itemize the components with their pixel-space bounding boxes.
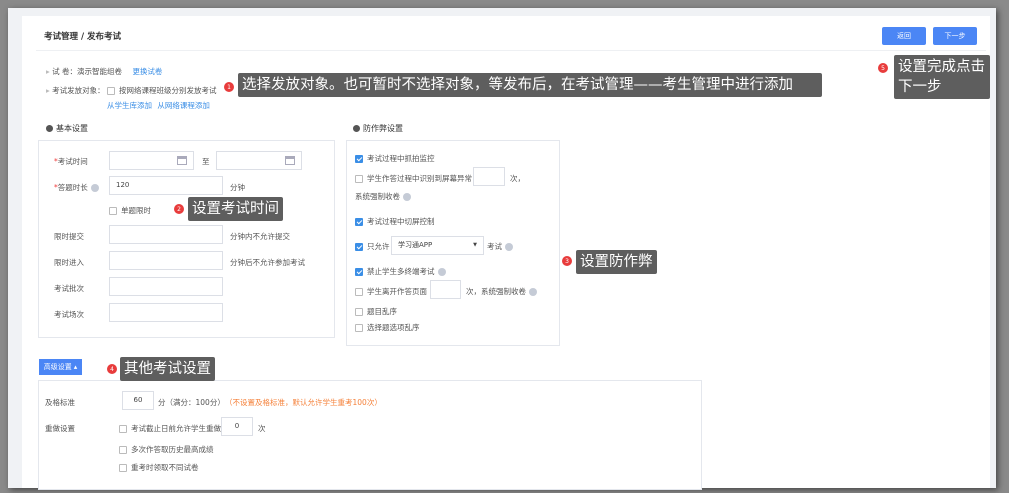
force-submit-label: 系统强制收卷	[355, 192, 400, 201]
enter-limit-suffix: 分钟后不允许参加考试	[230, 258, 305, 267]
target-row: ▸ 考试发放对象： 按网络课程班级分别发放考试	[46, 86, 217, 95]
exam-time-label: *考试时间	[54, 157, 88, 166]
breadcrumb: 考试管理 / 发布考试	[44, 32, 122, 42]
session-input[interactable]	[109, 303, 223, 322]
callout-badge-4: 4	[107, 364, 117, 374]
shuffle-options-label: 选择题选项乱序	[367, 323, 420, 332]
info-icon	[529, 288, 537, 296]
callout-2: 设置考试时间	[188, 197, 283, 221]
submit-limit-suffix: 分钟内不允许提交	[230, 232, 290, 241]
redo-unit: 次	[258, 424, 266, 433]
gear-icon	[46, 125, 53, 132]
info-icon	[90, 184, 99, 192]
screen-abnormal-input[interactable]	[473, 167, 505, 186]
app-select[interactable]: 学习通APP ▼	[391, 236, 484, 255]
callout-4: 其他考试设置	[120, 357, 215, 381]
callout-badge-2: 2	[174, 204, 184, 214]
single-limit-row: 单题限时	[109, 205, 151, 216]
single-limit-checkbox[interactable]	[109, 207, 117, 215]
callout-1: 选择发放对象。也可暂时不选择对象，等发布后，在考试管理——考生管理中进行添加	[238, 73, 822, 97]
info-icon	[403, 193, 411, 201]
times-label: 次，	[510, 174, 525, 183]
calendar-icon	[285, 156, 295, 165]
pass-suffix: 分（满分：100分）	[158, 398, 225, 407]
submit-limit-label: 限时提交	[54, 232, 84, 241]
snapshot-label: 考试过程中抓拍监控	[367, 154, 435, 163]
leave-page-label: 学生离开作答页面	[367, 287, 427, 296]
calendar-icon	[177, 156, 187, 165]
redo-highest-checkbox[interactable]	[119, 446, 127, 454]
duration-input[interactable]: 120	[109, 176, 223, 195]
shuffle-questions-checkbox[interactable]	[355, 308, 363, 316]
exam-end-input[interactable]	[216, 151, 302, 170]
multi-device-checkbox[interactable]	[355, 268, 363, 276]
session-label: 考试场次	[54, 310, 84, 319]
leave-page-checkbox[interactable]	[355, 288, 363, 296]
add-from-students-link[interactable]: 从学生库添加	[107, 101, 152, 110]
redo-diff-paper-checkbox[interactable]	[119, 464, 127, 472]
only-allow-checkbox[interactable]	[355, 243, 363, 251]
enter-limit-input[interactable]	[109, 251, 223, 270]
by-class-checkbox[interactable]	[107, 87, 116, 95]
exam-label: 考试	[487, 242, 502, 251]
info-icon	[505, 243, 513, 251]
paper-label: 试 卷：	[52, 67, 78, 76]
advanced-settings-toggle[interactable]: 高级设置 ▴	[39, 359, 82, 375]
add-from-courses-link[interactable]: 从网络课程添加	[157, 101, 210, 110]
callout-5: 设置完成点击下一步	[894, 55, 990, 99]
batch-label: 考试批次	[54, 284, 84, 293]
callout-badge-3: 3	[562, 256, 572, 266]
callout-badge-5: 5	[878, 63, 888, 73]
switch-screen-checkbox[interactable]	[355, 218, 363, 226]
target-label: 考试发放对象：	[52, 86, 105, 95]
screen-abnormal-label: 学生作答过程中识别到屏幕异常	[367, 174, 472, 183]
redo-diff-paper-label: 重考时领取不同试卷	[131, 463, 199, 472]
switch-screen-label: 考试过程中切屏控制	[367, 217, 435, 226]
pass-label: 及格标准	[45, 398, 75, 407]
next-step-button[interactable]: 下一步	[933, 27, 977, 45]
screen-abnormal-checkbox[interactable]	[355, 175, 363, 183]
redo-highest-label: 多次作答取历史最高成绩	[131, 445, 214, 454]
anticheat-heading: 防作弊设置	[353, 123, 403, 134]
change-paper-link[interactable]: 更换试卷	[132, 67, 162, 76]
redo-allow-checkbox[interactable]	[119, 425, 127, 433]
multi-device-label: 禁止学生多终端考试	[367, 267, 435, 276]
callout-badge-1: 1	[224, 82, 234, 92]
exam-start-input[interactable]	[109, 151, 194, 170]
pass-score-input[interactable]: 60	[122, 391, 154, 410]
by-class-label: 按网络课程班级分别发放考试	[119, 86, 217, 95]
leave-page-input[interactable]	[430, 280, 461, 299]
only-allow-label: 只允许	[367, 242, 390, 251]
shield-icon	[353, 125, 360, 132]
shuffle-options-checkbox[interactable]	[355, 324, 363, 332]
info-icon	[437, 268, 446, 276]
back-button[interactable]: 返回	[882, 27, 926, 45]
redo-label: 重做设置	[45, 424, 75, 433]
basic-settings-heading: 基本设置	[46, 123, 88, 134]
paper-row: ▸ 试 卷：演示智能组卷 更换试卷	[46, 67, 163, 76]
redo-count-input[interactable]: 0	[221, 417, 253, 436]
enter-limit-label: 限时进入	[54, 258, 84, 267]
submit-limit-input[interactable]	[109, 225, 223, 244]
divider	[36, 50, 986, 51]
leave-suffix-label: 次，系统强制收卷	[466, 287, 526, 296]
batch-input[interactable]	[109, 277, 223, 296]
minutes-unit: 分钟	[230, 183, 245, 192]
redo-allow-label: 考试截止日前允许学生重做	[131, 424, 221, 433]
callout-3: 设置防作弊	[576, 250, 657, 274]
shuffle-questions-label: 题目乱序	[367, 307, 397, 316]
snapshot-checkbox[interactable]	[355, 155, 363, 163]
duration-label: *答题时长	[54, 182, 99, 193]
to-label: 至	[202, 157, 210, 166]
pass-note: （不设置及格标准，默认允许学生重考100次）	[225, 398, 382, 407]
dropdown-arrow-icon: ▼	[473, 242, 477, 248]
paper-name: 演示智能组卷	[77, 67, 123, 76]
